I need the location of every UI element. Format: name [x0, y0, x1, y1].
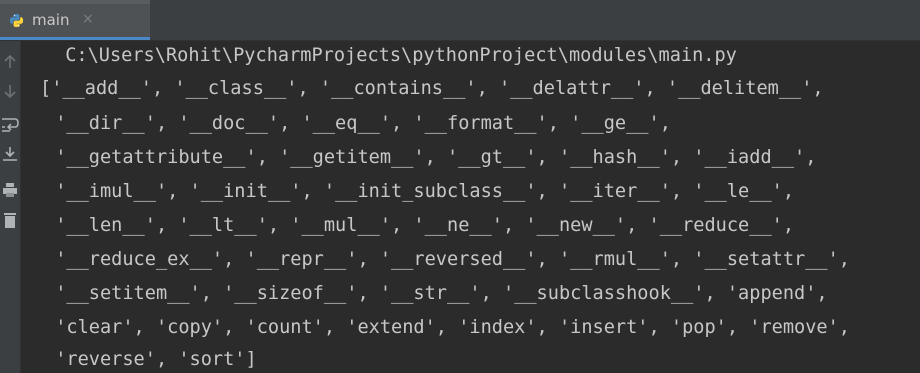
pycharm-run-window: main × C:\Users\Rohit\PycharmProjects\py… [0, 0, 920, 373]
console-line: '__len__', '__lt__', '__mul__', '__ne__'… [44, 215, 795, 236]
soft-wrap-icon[interactable] [0, 115, 20, 133]
run-tab-bar: main × [0, 0, 920, 41]
console-line: '__dir__', '__doc__', '__eq__', '__forma… [44, 113, 671, 134]
console-line: '__imul__', '__init__', '__init_subclass… [44, 181, 795, 202]
console-line: '__setitem__', '__sizeof__', '__str__', … [44, 283, 828, 304]
print-icon[interactable] [0, 181, 20, 199]
arrow-up-icon[interactable] [0, 53, 20, 71]
tab-label: main [32, 11, 70, 29]
console-output[interactable]: C:\Users\Rohit\PycharmProjects\pythonPro… [21, 41, 920, 373]
close-icon[interactable]: × [82, 10, 94, 28]
run-toolbar [0, 41, 21, 373]
console-line: ['__add__', '__class__', '__contains__',… [40, 78, 824, 99]
console-line: 'clear', 'copy', 'count', 'extend', 'ind… [44, 317, 850, 338]
scroll-to-end-icon[interactable] [0, 145, 20, 163]
tab-top-highlight [0, 0, 150, 4]
console-line: 'reverse', 'sort'] [44, 349, 257, 370]
console-line: '__reduce_ex__', '__repr__', '__reversed… [44, 249, 850, 270]
tab-main[interactable]: main × [0, 0, 150, 40]
trash-icon[interactable] [0, 211, 20, 229]
python-icon [9, 13, 24, 28]
arrow-down-icon[interactable] [0, 82, 20, 100]
console-line: '__getattribute__', '__getitem__', '__gt… [44, 147, 817, 168]
console-line-path: C:\Users\Rohit\PycharmProjects\pythonPro… [54, 45, 737, 66]
